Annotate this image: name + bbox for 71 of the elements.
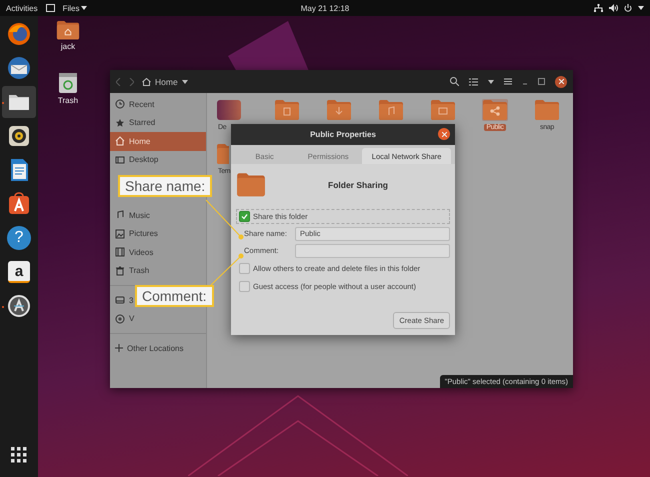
drive-icon [115, 295, 125, 306]
trash-icon [115, 266, 125, 276]
running-indicator [2, 102, 4, 104]
image-icon [115, 228, 125, 239]
checkbox[interactable] [239, 262, 250, 274]
sidebar-item[interactable]: V [110, 310, 134, 328]
desktop-icon-label[interactable]: Trash [58, 96, 78, 105]
caret-icon [182, 80, 188, 84]
menu-icon[interactable] [504, 78, 512, 85]
music-note-icon [115, 210, 125, 220]
browser-icon [7, 22, 31, 46]
desktop-icon-label[interactable]: jack [60, 42, 76, 52]
checkbox[interactable] [239, 210, 250, 222]
sidebar-item[interactable]: Pictures [110, 224, 206, 243]
leader-line [206, 200, 244, 240]
close-icon [558, 79, 564, 84]
plus-icon [115, 344, 123, 352]
sidebar-item[interactable]: Starred [110, 114, 206, 132]
speaker-icon [7, 124, 31, 148]
dock-item[interactable]: a [2, 256, 36, 288]
disc-icon [115, 314, 125, 324]
dialog-title: Public Properties [310, 130, 376, 139]
sidebar-item[interactable]: Desktop [110, 150, 206, 169]
caret-icon [81, 6, 88, 10]
leader-line [210, 254, 244, 286]
activities-button[interactable]: Activities [6, 4, 38, 12]
sidebar-item[interactable]: Home [110, 132, 206, 150]
running-indicator [2, 306, 4, 308]
trash-icon[interactable] [58, 72, 78, 94]
volume-icon[interactable] [609, 4, 618, 12]
close-button[interactable] [438, 128, 450, 140]
folder-icon [236, 172, 266, 198]
home-icon [115, 136, 125, 146]
amazon-icon: a [8, 261, 30, 283]
checkbox[interactable] [239, 280, 250, 292]
app-menu[interactable]: Files [62, 4, 80, 12]
sidebar-item[interactable]: Trash [110, 262, 206, 280]
desktop-icon [115, 154, 125, 165]
power-icon[interactable] [624, 4, 632, 12]
star-icon [115, 118, 125, 128]
close-icon [442, 132, 446, 136]
clock[interactable]: May 21 12:18 [300, 4, 350, 12]
sidebar-item[interactable]: Music [110, 206, 206, 224]
sidebar-item[interactable]: Videos [110, 243, 206, 262]
caret-icon[interactable] [488, 80, 494, 84]
caret-icon [638, 6, 644, 10]
sidebar-item[interactable]: 3 [110, 291, 134, 310]
grid-icon [11, 447, 27, 463]
home-icon [142, 78, 151, 86]
list-view-icon[interactable] [469, 78, 478, 86]
comment-field[interactable] [295, 244, 450, 258]
section-heading: Folder Sharing [327, 180, 389, 190]
update-icon [7, 294, 31, 318]
film-icon [115, 247, 125, 258]
maximize-icon[interactable] [538, 78, 545, 85]
clock-icon [115, 99, 125, 110]
dock-item[interactable]: ? [2, 222, 36, 254]
sidebar-item[interactable]: Recent [110, 95, 206, 114]
shopping-bag-icon [7, 192, 31, 216]
network-icon[interactable] [594, 4, 603, 12]
mail-icon [7, 56, 31, 80]
callout-label: Share name: [118, 175, 212, 197]
help-icon: ? [7, 226, 31, 250]
folder-icon [46, 4, 55, 12]
dock-item[interactable] [2, 86, 36, 118]
callout-label: Comment: [135, 285, 214, 307]
sidebar-item[interactable]: Other Locations [110, 339, 206, 358]
search-icon[interactable] [450, 77, 459, 86]
close-button[interactable] [555, 76, 567, 88]
path-button[interactable]: Home [142, 76, 188, 86]
home-folder-icon [56, 20, 80, 40]
